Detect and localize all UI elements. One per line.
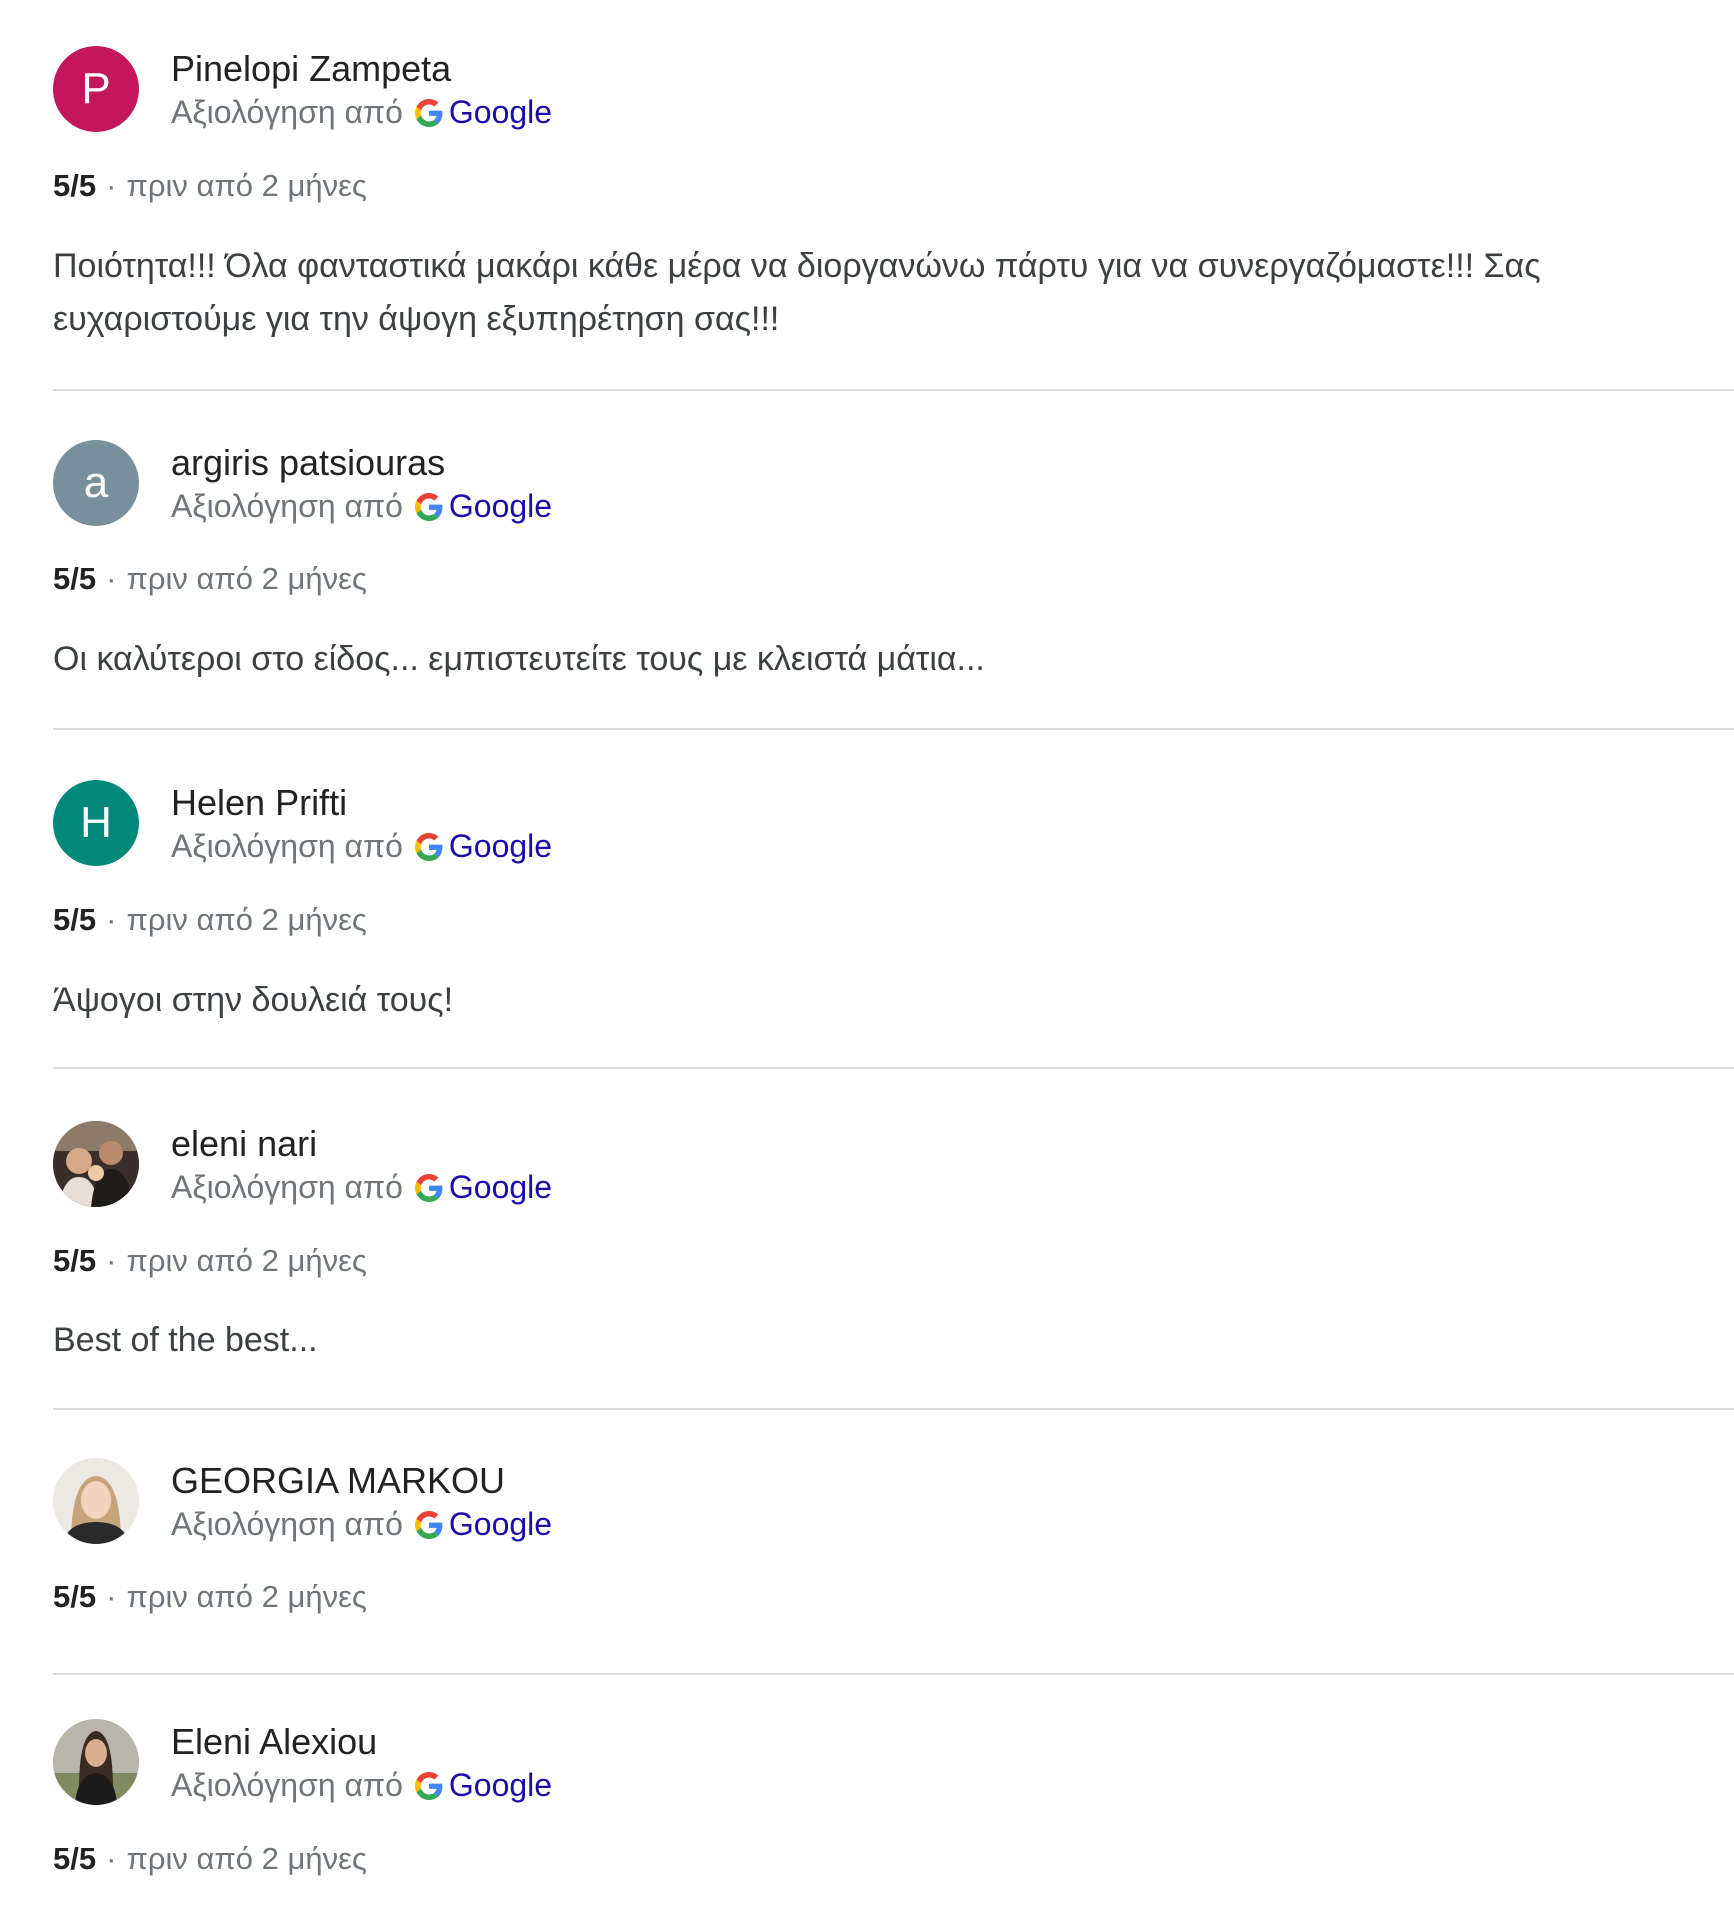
review-meta: 5/5 · πριν από 2 μήνες [53,168,367,204]
google-g-icon [415,1772,443,1800]
review-time: πριν από 2 μήνες [126,168,367,203]
reviewer-name[interactable]: Eleni Alexiou [171,1721,377,1763]
review-meta: 5/5 · πριν από 2 μήνες [53,1841,367,1877]
review-source: Αξιολόγηση από Google [171,828,552,865]
review-source: Αξιολόγηση από Google [171,1506,552,1543]
review-by-label: Αξιολόγηση από [171,1767,403,1803]
google-link[interactable]: Google [449,1767,552,1803]
google-g-icon [415,99,443,127]
review-text: Best of the best... [53,1321,318,1359]
google-g-icon [415,833,443,861]
google-link[interactable]: Google [449,1506,552,1542]
review-source: Αξιολόγηση από Google [171,94,552,131]
rating-score: 5/5 [53,1841,97,1876]
review-by-label: Αξιολόγηση από [171,1169,403,1205]
google-link[interactable]: Google [449,488,552,524]
avatar-image [53,1121,139,1207]
review-source: Αξιολόγηση από Google [171,488,552,525]
avatar-photo[interactable] [53,1121,139,1207]
review-item: Eleni Alexiou Αξιολόγηση από Google 5/5 · π… [53,1675,1734,1905]
review-text: Ποιότητα!!! Όλα φανταστικά μακάρι κάθε μ… [53,247,1541,338]
review-time: πριν από 2 μήνες [126,1579,367,1614]
review-list: P Pinelopi Zampeta Αξιολόγηση από Google … [53,0,1734,1905]
review-item: eleni nari Αξιολόγηση από Google 5/5 · πριν… [53,1069,1734,1410]
review-time: πριν από 2 μήνες [126,1841,367,1876]
rating-score: 5/5 [53,561,97,596]
avatar-letter: P [81,64,111,113]
avatar-image [53,1719,139,1805]
review-text: Οι καλύτεροι στο είδος... εμπιστευτείτε … [53,640,985,678]
review-time: πριν από 2 μήνες [126,1243,367,1278]
review-by-label: Αξιολόγηση από [171,1506,403,1542]
meta-separator: · [106,1243,117,1278]
reviewer-name[interactable]: GEORGIA MARKOU [171,1460,505,1502]
rating-score: 5/5 [53,1579,97,1614]
google-link[interactable]: Google [449,1169,552,1205]
avatar[interactable]: a [53,440,139,526]
reviewer-name[interactable]: eleni nari [171,1123,317,1165]
meta-separator: · [106,1579,117,1614]
meta-separator: · [106,168,117,203]
review-meta: 5/5 · πριν από 2 μήνες [53,1243,367,1279]
avatar[interactable]: H [53,780,139,866]
review-by-label: Αξιολόγηση από [171,488,403,524]
review-text: Άψογοι στην δουλειά τους! [53,981,454,1019]
review-item: a argiris patsiouras Αξιολόγηση από Googl… [53,391,1734,730]
avatar-image [53,1458,139,1544]
review-item: H Helen Prifti Αξιολόγηση από Google 5/5 ·… [53,730,1734,1069]
reviewer-name[interactable]: argiris patsiouras [171,442,445,484]
review-time: πριν από 2 μήνες [126,902,367,937]
meta-separator: · [106,561,117,596]
google-g-icon [415,1174,443,1202]
google-g-icon [415,1511,443,1539]
review-item: P Pinelopi Zampeta Αξιολόγηση από Google … [53,0,1734,391]
meta-separator: · [106,902,117,937]
review-item: GEORGIA MARKOU Αξιολόγηση από Google 5/5 ·… [53,1410,1734,1675]
avatar[interactable]: P [53,46,139,132]
review-meta: 5/5 · πριν από 2 μήνες [53,561,367,597]
review-meta: 5/5 · πριν από 2 μήνες [53,1579,367,1615]
rating-score: 5/5 [53,902,97,937]
reviewer-name[interactable]: Pinelopi Zampeta [171,48,451,90]
avatar-photo[interactable] [53,1458,139,1544]
rating-score: 5/5 [53,1243,97,1278]
rating-score: 5/5 [53,168,97,203]
google-link[interactable]: Google [449,94,552,130]
review-by-label: Αξιολόγηση από [171,828,403,864]
review-by-label: Αξιολόγηση από [171,94,403,130]
google-link[interactable]: Google [449,828,552,864]
review-time: πριν από 2 μήνες [126,561,367,596]
google-g-icon [415,493,443,521]
avatar-letter: a [83,458,109,507]
avatar-letter: H [80,798,112,847]
avatar-photo[interactable] [53,1719,139,1805]
review-source: Αξιολόγηση από Google [171,1767,552,1804]
review-source: Αξιολόγηση από Google [171,1169,552,1206]
review-meta: 5/5 · πριν από 2 μήνες [53,902,367,938]
meta-separator: · [106,1841,117,1876]
reviewer-name[interactable]: Helen Prifti [171,782,347,824]
